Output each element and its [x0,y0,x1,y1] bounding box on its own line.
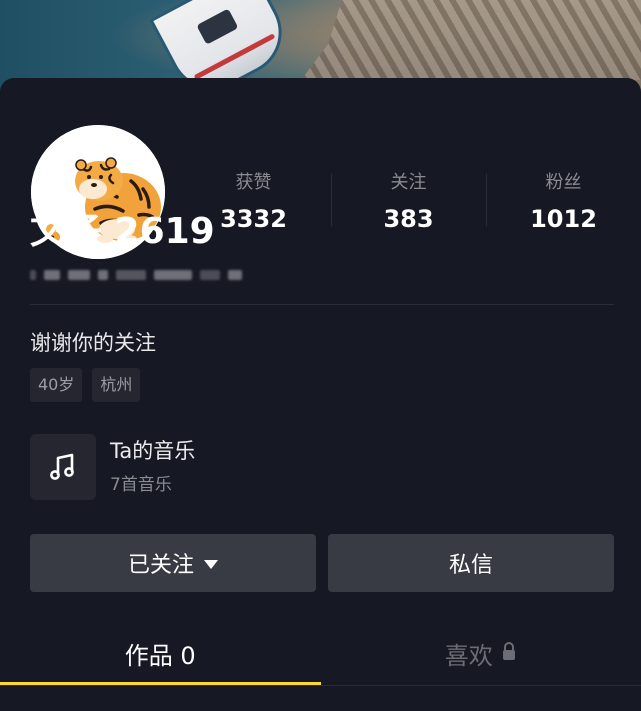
profile-tags: 40岁 杭州 [30,368,141,402]
following-button-label: 已关注 [127,552,194,577]
stat-followers[interactable]: 粉丝 1012 [486,170,641,250]
tag-age: 40岁 [30,368,83,402]
stat-followers-label: 粉丝 [545,172,582,193]
music-entry[interactable]: Ta的音乐 7首音乐 [30,434,430,500]
music-title: Ta的音乐 [110,439,196,463]
stat-following-value: 383 [383,205,434,233]
tab-likes-label: 喜欢 [444,641,493,670]
stat-followers-value: 1012 [530,205,597,233]
profile-tabs: 作品 0 喜欢 [0,620,641,686]
stat-following-label: 关注 [390,172,427,193]
music-note-icon [30,434,96,500]
caret-down-icon [204,559,218,569]
stat-following[interactable]: 关注 383 [331,170,486,250]
tabs-divider [0,685,641,686]
music-text: Ta的音乐 7首音乐 [110,436,195,498]
profile-username: 文子 2619 [30,211,215,252]
message-button[interactable]: 私信 [328,534,614,592]
profile-bio: 谢谢你的关注 [30,331,156,355]
banner-shore [301,0,641,80]
profile-page: 获赞 3332 关注 383 粉丝 1012 文子 2619 谢谢你的关注 40… [0,0,641,711]
tag-location: 杭州 [92,368,141,402]
tab-likes[interactable]: 喜欢 [321,620,641,686]
lock-icon [501,639,517,667]
profile-divider [30,304,614,305]
tab-works[interactable]: 作品 0 [0,620,321,686]
stat-likes-label: 获赞 [235,172,272,193]
blurred-account-id [30,268,260,282]
music-count: 7首音乐 [110,475,172,495]
message-button-label: 私信 [448,552,493,577]
following-button[interactable]: 已关注 [30,534,316,592]
profile-stats: 获赞 3332 关注 383 粉丝 1012 [176,170,641,250]
tab-works-label: 作品 0 [124,641,196,670]
stat-likes-value: 3332 [220,205,287,233]
